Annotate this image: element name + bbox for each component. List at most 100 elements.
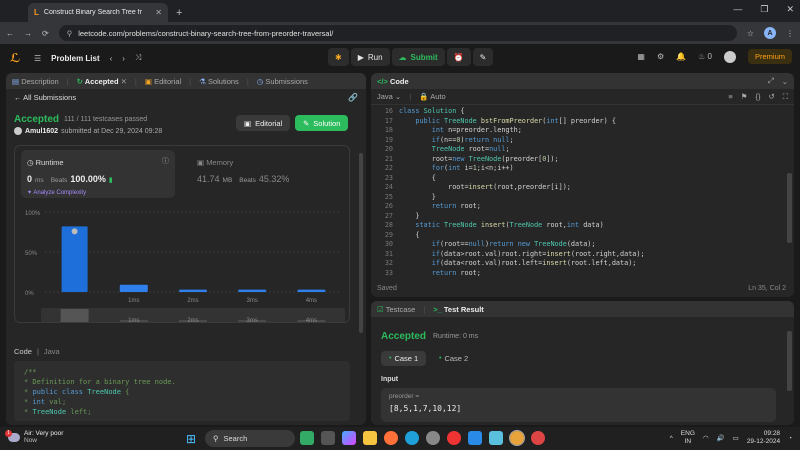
layout-icon[interactable]: ▦	[637, 52, 645, 61]
firefox-icon[interactable]	[384, 431, 398, 445]
streak[interactable]: ♨ 0	[698, 52, 712, 61]
close-tab-icon[interactable]: ✕	[155, 8, 162, 17]
file-explorer-icon[interactable]	[363, 431, 377, 445]
test-result-tab[interactable]: >_ Test Result	[433, 305, 484, 314]
analyze-complexity-link[interactable]: ✦ Analyze Complexity	[27, 189, 86, 196]
vscode-icon[interactable]	[468, 431, 482, 445]
volume-icon[interactable]: 🔊	[717, 434, 725, 442]
notification-center-icon[interactable]: ◔	[788, 435, 792, 442]
tray-overflow-icon[interactable]: ^	[670, 435, 673, 442]
settings-gear-icon[interactable]: ⚙	[657, 52, 664, 61]
browser-tab[interactable]: L Construct Binary Search Tree fr ✕	[28, 3, 168, 22]
line-number: 25	[384, 192, 393, 201]
bookmark-star-icon[interactable]: ☆	[747, 29, 754, 38]
clock[interactable]: 09:28 29-12-2024	[747, 430, 780, 446]
next-problem-icon[interactable]: ›	[122, 54, 125, 63]
language-indicator[interactable]: ENG IN	[681, 430, 695, 446]
case-1-tab[interactable]: • Case 1	[381, 351, 427, 366]
profile-avatar[interactable]: A	[764, 27, 776, 39]
auto-mode[interactable]: 🔒 Auto	[419, 92, 445, 101]
code-tab[interactable]: </> Code	[377, 77, 409, 86]
close-tab-icon[interactable]: ✕	[121, 77, 127, 86]
browser-menu-icon[interactable]: ⋮	[786, 29, 794, 38]
run-button[interactable]: ▶ Run	[350, 48, 390, 66]
tab-editorial[interactable]: ▣ Editorial	[145, 77, 181, 86]
case-2-tab[interactable]: • Case 2	[433, 351, 474, 366]
weather-widget[interactable]: 1 Air: Very poor Now	[5, 429, 63, 444]
notepad-icon[interactable]	[489, 431, 503, 445]
shuffle-icon[interactable]: ⤨	[135, 53, 141, 63]
forward-icon[interactable]: →	[24, 29, 32, 38]
test-scrollbar[interactable]	[787, 331, 792, 391]
editor-scrollbar[interactable]	[787, 173, 792, 243]
new-tab-button[interactable]: +	[176, 7, 182, 19]
reset-icon[interactable]: ↺	[768, 92, 774, 101]
copilot-icon[interactable]	[342, 431, 356, 445]
wifi-icon[interactable]: ◠	[703, 434, 709, 442]
notifications-bell-icon[interactable]: 🔔	[676, 52, 686, 61]
editor-line: if(data<root.val)root.left=insert(root.l…	[431, 259, 637, 267]
y-tick-label: 100%	[25, 211, 41, 217]
user-avatar[interactable]	[723, 50, 736, 63]
prev-problem-icon[interactable]: ‹	[110, 54, 113, 63]
problem-list-icon[interactable]: ☰	[34, 54, 41, 63]
leetcode-logo-icon[interactable]: ℒ	[10, 51, 24, 65]
editor-line: int n=preorder.length;	[431, 126, 522, 134]
info-icon[interactable]: ⓘ	[162, 156, 169, 166]
format-icon[interactable]: ≡	[728, 92, 732, 101]
site-info-icon[interactable]: ⚲	[67, 29, 73, 38]
windows-start-icon[interactable]: ⊞	[186, 432, 196, 446]
problem-list-link[interactable]: Problem List	[51, 54, 99, 63]
chrome-icon[interactable]	[509, 430, 525, 446]
timer-button[interactable]: ⏰	[446, 48, 471, 66]
settings-app-icon[interactable]	[426, 431, 440, 445]
minimap-highlight	[60, 309, 89, 322]
maximize-icon[interactable]: ⤢	[768, 76, 774, 86]
divider: |	[66, 76, 69, 86]
runtime-card[interactable]: ◷ Runtime ⓘ 0 ms Beats 100.00% ▮ ✦ Analy…	[21, 150, 175, 198]
debug-button[interactable]: ✱	[328, 48, 349, 66]
code-panel-header: </> Code ⤢ ⌄	[371, 73, 794, 89]
testcase-tab[interactable]: ☑ Testcase	[377, 305, 415, 314]
close-window-icon[interactable]: ✕	[786, 4, 794, 15]
collapse-icon[interactable]: ⌄	[782, 77, 788, 86]
reload-icon[interactable]: ⟳	[42, 29, 49, 38]
tab-submissions[interactable]: ◷ Submissions	[257, 77, 308, 86]
minimize-icon[interactable]: —	[733, 4, 742, 15]
divider: |	[189, 76, 192, 86]
mode-label: Auto	[430, 92, 446, 101]
language-select[interactable]: Java ⌄	[377, 92, 401, 101]
tab-solutions[interactable]: ⚗ Solutions	[199, 77, 239, 86]
battery-icon[interactable]: ▭	[733, 434, 739, 442]
chrome-profile-icon[interactable]	[531, 431, 545, 445]
bookmark-icon[interactable]: ⚑	[741, 92, 748, 101]
runtime-unit: ms	[35, 177, 44, 184]
media-player-icon[interactable]	[447, 431, 461, 445]
taskbar-search[interactable]: ⚲ Search	[205, 430, 295, 447]
tab-accepted[interactable]: ↻ Accepted ✕	[77, 77, 127, 86]
left-scrollbar[interactable]	[359, 153, 363, 333]
code-editor[interactable]: 16 class Solution {17 public TreeNode bst…	[371, 107, 794, 283]
premium-button[interactable]: Premium	[747, 49, 792, 64]
notes-button[interactable]: ✎	[472, 48, 494, 66]
browser-tab-bar: L Construct Binary Search Tree fr ✕ + — …	[0, 0, 800, 22]
expand-icon[interactable]: ⛶	[783, 92, 788, 102]
all-submissions-link[interactable]: ← All Submissions	[14, 93, 76, 102]
share-link-icon[interactable]: 🔗	[348, 93, 358, 102]
x-tick-label: 1ms	[128, 298, 139, 304]
memory-card[interactable]: ▣ Memory 41.74 MB Beats 45.32%	[191, 150, 345, 198]
chart-bar	[297, 289, 326, 292]
url-bar[interactable]: ⚲ leetcode.com/problems/construct-binary…	[58, 25, 737, 41]
bug-icon: ✱	[335, 52, 342, 62]
braces-icon[interactable]: {}	[755, 92, 760, 101]
restore-icon[interactable]: ❐	[760, 4, 768, 15]
editorial-button[interactable]: ▣ Editorial	[236, 115, 291, 131]
solution-button[interactable]: ✎ Solution	[295, 115, 349, 131]
edge-icon[interactable]	[405, 431, 419, 445]
back-icon[interactable]: ←	[6, 29, 14, 38]
submit-button[interactable]: ☁ Submit	[391, 48, 445, 66]
widgets-icon[interactable]	[300, 431, 314, 445]
tab-description[interactable]: ▤ Description	[12, 77, 59, 86]
submitter-name[interactable]: Amul1602	[25, 128, 58, 135]
task-view-icon[interactable]	[321, 431, 335, 445]
